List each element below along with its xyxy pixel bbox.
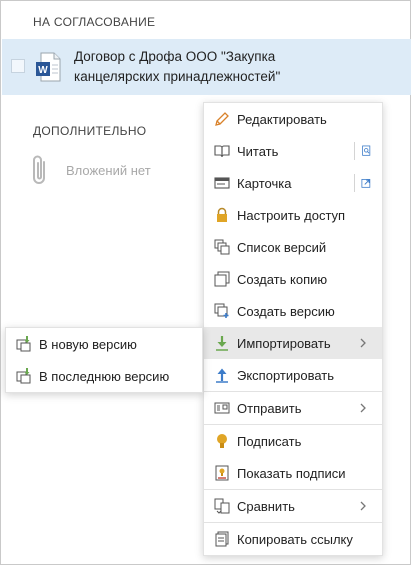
menu-item-export[interactable]: Экспортировать [204,359,382,391]
card-icon [214,177,230,189]
menu-item-label: Редактировать [237,112,327,127]
menu-item-label: Создать версию [237,304,335,319]
menu-item-edit[interactable]: Редактировать [204,103,382,135]
pencil-icon [215,112,229,126]
menu-item-label: Создать копию [237,272,328,287]
copy-icon [214,271,230,287]
document-title-line2: канцелярских принадлежностей" [74,69,281,84]
word-document-icon: W [36,52,61,82]
section-title-additional: ДОПОЛНИТЕЛЬНО [33,124,147,138]
submenu-item-last-version[interactable]: В последнюю версию [6,360,202,392]
import-new-version-icon [16,336,31,352]
submenu-item-label: В последнюю версию [39,369,170,384]
context-menu: Редактировать Читать Карточка Настроить … [203,102,383,556]
menu-item-label: Список версий [237,240,327,255]
menu-item-label: Сравнить [237,499,295,514]
menu-item-sign[interactable]: Подписать [204,425,382,457]
compare-icon [214,498,230,514]
chevron-right-icon [360,403,366,413]
import-submenu: В новую версию В последнюю версию [5,327,203,393]
paperclip-icon [33,155,45,184]
book-icon [214,145,230,158]
lock-icon [217,207,227,222]
menu-item-label: Импортировать [237,336,331,351]
signatures-icon [215,465,229,481]
menu-item-create-copy[interactable]: Создать копию [204,263,382,295]
open-external-icon[interactable] [354,174,372,192]
menu-item-access[interactable]: Настроить доступ [204,199,382,231]
menu-item-label: Настроить доступ [237,208,346,223]
menu-item-compare[interactable]: Сравнить [204,490,382,522]
new-version-icon [214,303,229,318]
menu-item-read[interactable]: Читать [204,135,382,167]
menu-item-copy-link[interactable]: Копировать ссылку [204,523,382,555]
menu-item-label: Экспортировать [237,368,334,383]
menu-item-label: Копировать ссылку [237,532,353,547]
menu-item-label: Показать подписи [237,466,346,481]
menu-item-import[interactable]: Импортировать [204,327,382,359]
menu-item-label: Читать [237,144,279,159]
section-title-approval: НА СОГЛАСОВАНИЕ [33,15,156,29]
preview-icon[interactable] [354,142,372,160]
import-arrow-icon [216,336,228,351]
submenu-item-new-version[interactable]: В новую версию [6,328,202,360]
import-last-version-icon [16,368,31,384]
menu-item-send[interactable]: Отправить [204,392,382,424]
seal-icon [217,434,227,448]
versions-list-icon [214,239,230,255]
document-title[interactable]: Договор с Дрофа ООО "Закупка канцелярски… [74,47,404,87]
menu-item-card[interactable]: Карточка [204,167,382,199]
menu-item-label: Карточка [237,176,292,191]
document-title-line1: Договор с Дрофа ООО "Закупка [74,49,276,64]
attachments-empty-text: Вложений нет [66,163,151,178]
document-row[interactable]: W Договор с Дрофа ООО "Закупка канцелярс… [2,39,411,95]
menu-item-label: Отправить [237,401,302,416]
svg-text:W: W [38,65,48,76]
send-icon [214,402,230,414]
chevron-right-icon [360,501,366,511]
export-arrow-icon [216,368,228,383]
copy-link-icon [215,531,229,547]
menu-item-create-version[interactable]: Создать версию [204,295,382,327]
document-checkbox[interactable] [11,59,25,73]
submenu-item-label: В новую версию [39,337,137,352]
menu-item-label: Подписать [237,434,302,449]
menu-item-versions-list[interactable]: Список версий [204,231,382,263]
menu-item-show-signatures[interactable]: Показать подписи [204,457,382,489]
chevron-right-icon [360,338,366,348]
